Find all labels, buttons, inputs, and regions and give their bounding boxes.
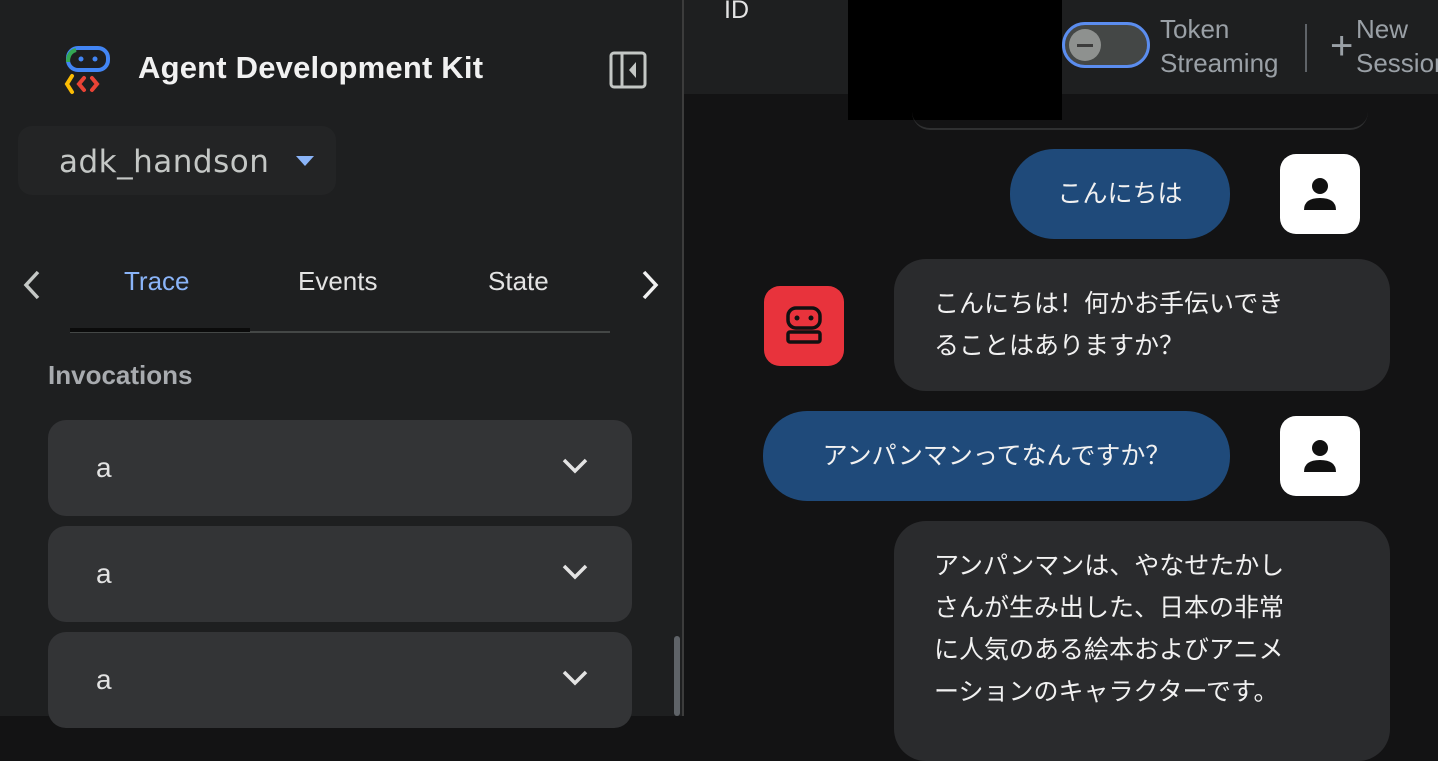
bot-message-line: ることはありますか？ [934, 331, 1185, 360]
bot-message: こんにちは！何かお手伝いでき ることはありますか？ [894, 259, 1390, 391]
toggle-knob-icon [1069, 29, 1101, 61]
invocation-label: a [96, 664, 112, 695]
chevron-right-icon[interactable] [634, 268, 664, 302]
collapse-panel-icon[interactable] [608, 50, 648, 90]
bot-message-line: に人気のある絵本およびアニメ [934, 635, 1284, 664]
chevron-down-icon[interactable] [560, 560, 590, 584]
chevron-down-icon[interactable] [560, 666, 590, 690]
tab-events[interactable]: Events [298, 266, 378, 297]
person-icon [1304, 178, 1336, 210]
bot-message-line: アンパンマンは、やなせたかし [934, 551, 1285, 580]
plus-icon[interactable]: + [1330, 26, 1353, 66]
redacted-session-id [848, 0, 1062, 120]
new-session-line2: Session [1356, 48, 1438, 78]
agent-selector[interactable]: adk_handson [18, 126, 336, 195]
app-title: Agent Development Kit [138, 50, 484, 85]
previous-message-edge [912, 110, 1368, 130]
tab-trace[interactable]: Trace [124, 266, 190, 297]
person-icon [1304, 440, 1336, 472]
invocation-item[interactable]: a [48, 420, 632, 516]
invocations-title: Invocations [48, 360, 193, 390]
bot-message-line: さんが生み出した、日本の非常 [934, 593, 1285, 622]
user-message: こんにちは [1010, 149, 1230, 239]
bot-avatar [764, 286, 844, 366]
chevron-left-icon[interactable] [18, 268, 48, 302]
bot-message: アンパンマンは、やなせたかし さんが生み出した、日本の非常 に人気のある絵本およ… [894, 521, 1390, 761]
token-streaming-label: Token Streaming [1160, 12, 1279, 80]
adk-logo-icon [64, 46, 110, 94]
chevron-down-icon[interactable] [560, 454, 590, 478]
user-message: アンパンマンってなんですか？ [763, 411, 1230, 501]
dropdown-caret-icon [296, 156, 314, 166]
token-streaming-line2: Streaming [1160, 48, 1279, 78]
bot-message-line: ーションのキャラクターです。 [934, 677, 1279, 706]
token-streaming-line1: Token [1160, 14, 1230, 44]
tab-state[interactable]: State [488, 266, 549, 297]
invocation-item[interactable]: a [48, 526, 632, 622]
user-avatar [1280, 154, 1360, 234]
tab-active-indicator [70, 328, 250, 332]
invocation-item[interactable]: a [48, 632, 632, 728]
robot-icon [786, 306, 822, 344]
invocation-label: a [96, 558, 112, 589]
token-streaming-toggle[interactable] [1062, 22, 1150, 68]
side-panel: Agent Development Kit adk_handson Trace … [0, 0, 682, 728]
sidebar-scrollbar[interactable] [674, 636, 680, 716]
toolbar-separator [1305, 24, 1307, 72]
user-avatar [1280, 416, 1360, 496]
panel-divider[interactable] [682, 0, 684, 716]
invocation-label: a [96, 452, 112, 483]
new-session-button[interactable]: New Session [1356, 12, 1438, 80]
session-id-label: ID [724, 0, 749, 24]
new-session-line1: New [1356, 14, 1409, 44]
agent-selector-value: adk_handson [59, 144, 270, 180]
bot-message-line: こんにちは！何かお手伝いでき [934, 289, 1284, 318]
